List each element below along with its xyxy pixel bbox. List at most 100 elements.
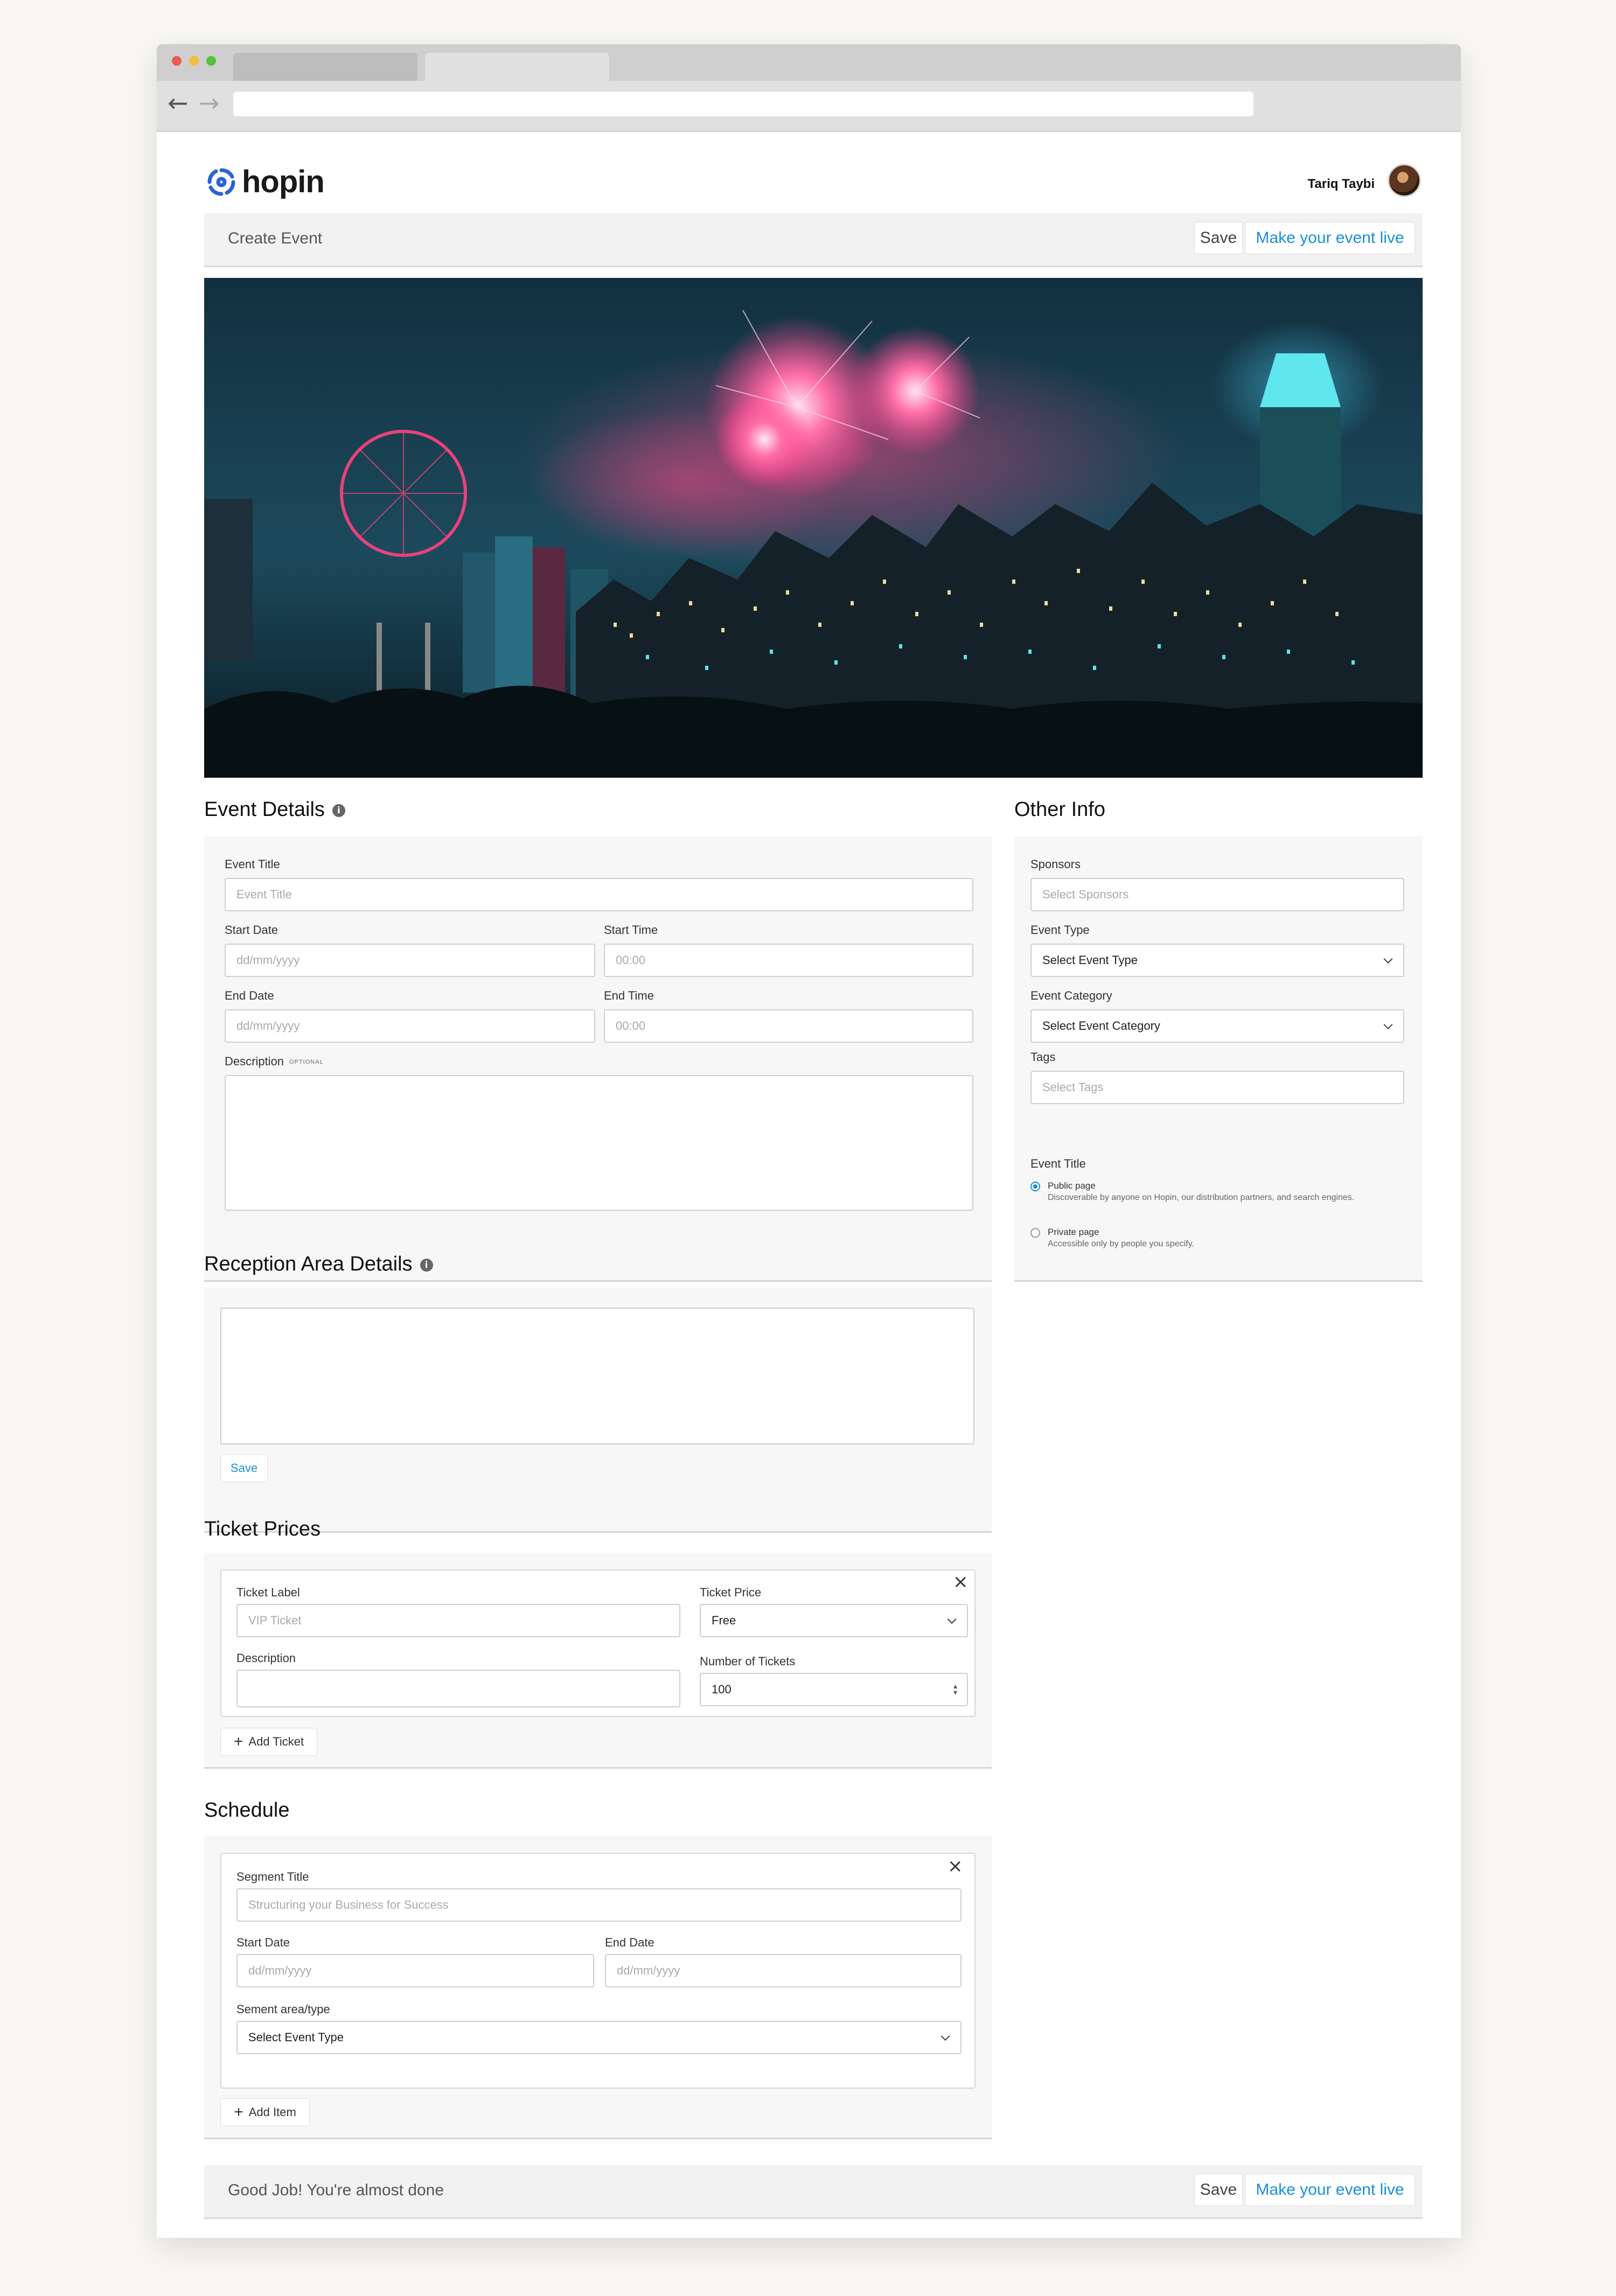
footer-bar: Good Job! You're almost done Save Make y…	[204, 2165, 1423, 2219]
event-details-title: Event Details	[204, 798, 325, 821]
sponsors-label: Sponsors	[1030, 857, 1081, 871]
ticket-card: Ticket Label VIP Ticket Ticket Price Fre…	[220, 1569, 976, 1717]
private-page-description: Accessible only by people you specify.	[1048, 1239, 1194, 1248]
event-type-select[interactable]: Select Event Type	[1030, 944, 1404, 977]
make-live-button[interactable]: Make your event live	[1245, 222, 1415, 254]
ticket-price-select[interactable]: Free	[700, 1604, 968, 1637]
reception-textarea[interactable]	[220, 1308, 974, 1444]
add-ticket-label: Add Ticket	[248, 1735, 304, 1748]
chevron-down-icon	[941, 2032, 950, 2041]
plus-icon: +	[234, 2103, 243, 2121]
public-page-description: Discoverable by anyone on Hopin, our dis…	[1048, 1193, 1355, 1202]
tags-label: Tags	[1030, 1050, 1056, 1064]
event-cover-image[interactable]	[204, 278, 1423, 778]
schedule-segment-card: Segment Title Structuring your Business …	[220, 1853, 976, 2089]
start-time-input[interactable]: 00:00	[604, 944, 973, 977]
address-bar[interactable]	[233, 92, 1253, 116]
ticket-price-value: Free	[712, 1614, 736, 1627]
page-title: Create Event	[228, 229, 323, 247]
description-textarea[interactable]	[225, 1075, 973, 1211]
segment-type-select[interactable]: Select Event Type	[236, 2021, 962, 2054]
close-icon[interactable]: ×	[948, 1857, 963, 1875]
start-date-label: Start Date	[225, 923, 278, 937]
event-details-heading: Event Details i	[204, 798, 345, 821]
ticket-price-label: Ticket Price	[700, 1586, 762, 1599]
event-category-value: Select Event Category	[1042, 1019, 1160, 1032]
event-category-label: Event Category	[1030, 989, 1112, 1002]
add-ticket-button[interactable]: + Add Ticket	[220, 1728, 317, 1756]
minimize-window-dot[interactable]	[189, 56, 199, 66]
avatar[interactable]	[1388, 164, 1421, 197]
number-of-tickets-value: 100	[712, 1683, 732, 1696]
chevron-down-icon	[1383, 954, 1393, 964]
browser-tab-active[interactable]	[425, 53, 609, 81]
footer-make-live-button[interactable]: Make your event live	[1245, 2174, 1415, 2206]
description-label: Description OPTIONAL	[225, 1055, 324, 1069]
description-label-text: Description	[225, 1055, 284, 1068]
segment-type-value: Select Event Type	[248, 2030, 344, 2044]
stepper-arrows-icon[interactable]: ▴ ▾	[953, 1683, 957, 1697]
event-title-label: Event Title	[225, 857, 280, 871]
forward-arrow-icon[interactable]: →	[199, 89, 220, 116]
number-of-tickets-label: Number of Tickets	[700, 1655, 796, 1668]
optional-tag: OPTIONAL	[289, 1059, 324, 1066]
sponsors-select[interactable]: Select Sponsors	[1030, 878, 1404, 911]
close-icon[interactable]: ×	[953, 1573, 969, 1591]
plus-icon: +	[233, 1733, 243, 1750]
close-window-dot[interactable]	[172, 56, 182, 66]
chevron-down-icon	[947, 1615, 957, 1624]
segment-title-label: Segment Title	[236, 1870, 309, 1883]
segment-start-date-input[interactable]: dd/mm/yyyy	[236, 1954, 594, 1987]
logo[interactable]: hopin	[206, 164, 325, 200]
save-button[interactable]: Save	[1194, 222, 1243, 254]
public-page-radio[interactable]	[1030, 1182, 1040, 1191]
footer-save-button[interactable]: Save	[1194, 2174, 1243, 2206]
schedule-panel: Segment Title Structuring your Business …	[204, 1836, 992, 2139]
hopin-logo-icon	[207, 168, 235, 196]
user-name[interactable]: Tariq Taybi	[1308, 177, 1375, 192]
end-time-input[interactable]: 00:00	[604, 1009, 973, 1043]
logo-text: hopin	[242, 164, 325, 199]
private-page-radio[interactable]	[1030, 1228, 1040, 1238]
info-icon[interactable]: i	[332, 804, 345, 817]
visibility-label: Event Title	[1030, 1157, 1086, 1170]
other-info-panel: Sponsors Select Sponsors Event Type Sele…	[1014, 836, 1423, 1282]
event-type-value: Select Event Type	[1042, 953, 1138, 967]
cover-photo	[204, 278, 1423, 778]
end-date-label: End Date	[225, 989, 274, 1002]
ticket-prices-panel: Ticket Label VIP Ticket Ticket Price Fre…	[204, 1553, 992, 2175]
maximize-window-dot[interactable]	[206, 56, 216, 66]
info-icon[interactable]: i	[420, 1258, 433, 1272]
number-of-tickets-stepper[interactable]: 100 ▴ ▾	[700, 1673, 968, 1706]
event-category-select[interactable]: Select Event Category	[1030, 1009, 1404, 1043]
ticket-description-label: Description	[236, 1651, 296, 1665]
end-date-input[interactable]: dd/mm/yyyy	[225, 1009, 595, 1043]
other-info-heading: Other Info	[1014, 798, 1105, 821]
browser-chrome: ← →	[157, 44, 1461, 132]
tags-select[interactable]: Select Tags	[1030, 1071, 1404, 1104]
event-type-label: Event Type	[1030, 923, 1090, 937]
ticket-prices-heading: Ticket Prices	[204, 1518, 321, 1540]
footer-message: Good Job! You're almost done	[228, 2181, 444, 2199]
segment-end-date-label: End Date	[605, 1936, 654, 1949]
chevron-down-icon	[1383, 1020, 1393, 1030]
add-item-label: Add Item	[248, 2105, 296, 2119]
segment-end-date-input[interactable]: dd/mm/yyyy	[605, 1954, 962, 1987]
schedule-heading: Schedule	[204, 1799, 290, 1822]
browser-window: ← → hopin Tariq Taybi Create Event Save …	[157, 44, 1461, 2238]
ticket-label-label: Ticket Label	[236, 1586, 300, 1599]
back-arrow-icon[interactable]: ←	[168, 89, 189, 116]
start-time-label: Start Time	[604, 923, 658, 937]
ticket-label-input[interactable]: VIP Ticket	[236, 1604, 680, 1637]
browser-tab-inactive[interactable]	[233, 53, 417, 81]
segment-title-input[interactable]: Structuring your Business for Success	[236, 1888, 962, 1922]
reception-save-button[interactable]: Save	[220, 1454, 268, 1482]
reception-title: Reception Area Details	[204, 1253, 413, 1275]
create-event-bar: Create Event Save Make your event live	[204, 213, 1423, 267]
add-item-button[interactable]: + Add Item	[220, 2098, 310, 2126]
ticket-description-input[interactable]	[236, 1670, 680, 1707]
reception-heading: Reception Area Details i	[204, 1253, 433, 1276]
event-details-panel: Event Title Event Title Start Date dd/mm…	[204, 836, 992, 1282]
start-date-input[interactable]: dd/mm/yyyy	[225, 944, 595, 977]
event-title-input[interactable]: Event Title	[225, 878, 973, 911]
